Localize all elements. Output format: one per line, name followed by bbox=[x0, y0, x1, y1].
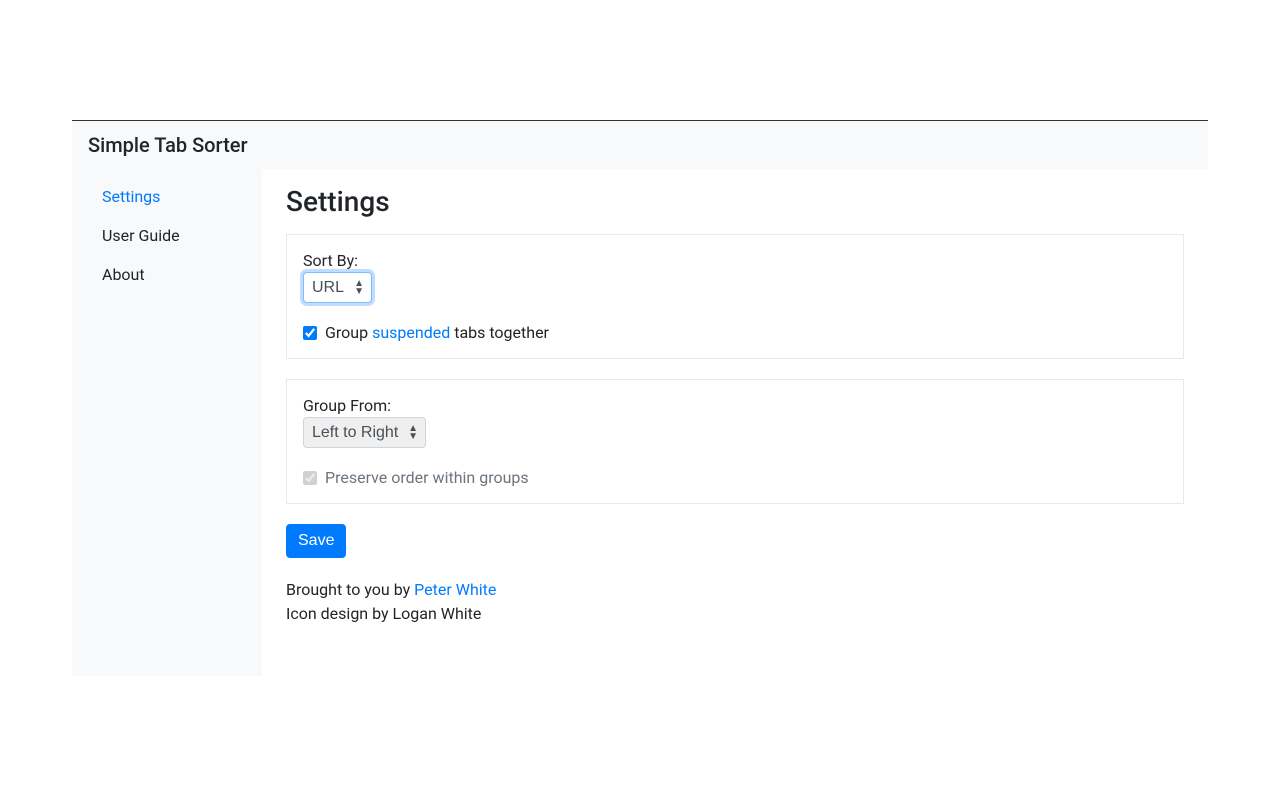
group-card: Group From: Left to Right ▲▼ Preserve or… bbox=[286, 379, 1184, 504]
preserve-order-checkbox bbox=[303, 471, 317, 485]
group-suspended-label: Group suspended tabs together bbox=[325, 323, 549, 342]
sort-card: Sort By: URL ▲▼ Group suspended tabs tog… bbox=[286, 234, 1184, 359]
icon-credit-text: Icon design by Logan White bbox=[286, 602, 1184, 626]
sidebar-item-about[interactable]: About bbox=[72, 255, 262, 294]
sidebar-item-settings[interactable]: Settings bbox=[72, 177, 262, 216]
group-from-select[interactable]: Left to Right bbox=[303, 417, 426, 448]
group-from-label: Group From: bbox=[303, 396, 1167, 415]
sidebar-item-user-guide[interactable]: User Guide bbox=[72, 216, 262, 255]
brand-title: Simple Tab Sorter bbox=[88, 133, 248, 157]
group-suspended-checkbox[interactable] bbox=[303, 326, 317, 340]
footer: Brought to you by Peter White Icon desig… bbox=[286, 578, 1184, 626]
header: Simple Tab Sorter bbox=[72, 121, 1208, 169]
sort-by-select[interactable]: URL bbox=[303, 272, 372, 303]
author-link[interactable]: Peter White bbox=[414, 580, 496, 599]
content: Settings Sort By: URL ▲▼ Group suspended… bbox=[262, 169, 1208, 676]
suspended-link[interactable]: suspended bbox=[372, 323, 450, 342]
save-button[interactable]: Save bbox=[286, 524, 346, 558]
app-container: Simple Tab Sorter Settings User Guide Ab… bbox=[72, 120, 1208, 676]
brought-by-text: Brought to you by bbox=[286, 580, 414, 599]
preserve-order-label: Preserve order within groups bbox=[325, 468, 529, 487]
page-title: Settings bbox=[286, 185, 1184, 218]
sidebar: Settings User Guide About bbox=[72, 169, 262, 676]
sort-by-label: Sort By: bbox=[303, 251, 1167, 270]
